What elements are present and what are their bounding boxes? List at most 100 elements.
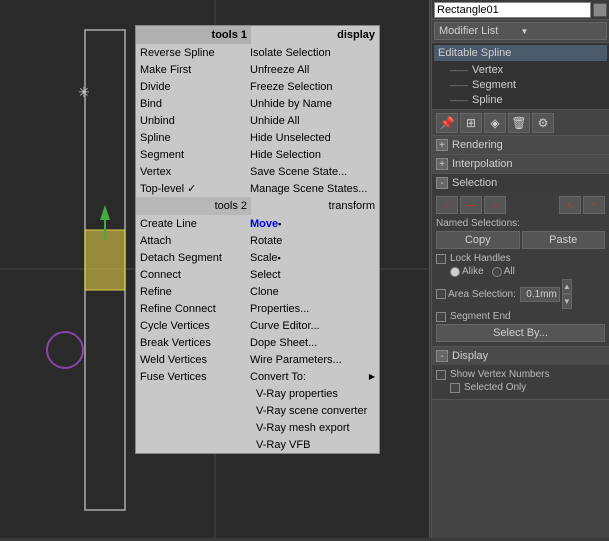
color-swatch[interactable] (593, 3, 607, 17)
scale[interactable]: Scale ▪ (246, 249, 379, 266)
reverse-spline[interactable]: Reverse Spline (136, 44, 246, 61)
divide[interactable]: Divide (136, 78, 246, 95)
vray-mesh-export[interactable]: V-Ray mesh export (136, 419, 379, 436)
unbind[interactable]: Unbind (136, 112, 246, 129)
all-radio[interactable] (492, 267, 502, 277)
area-spinner-up[interactable]: ▲ (562, 279, 572, 294)
menu-row-3: Bind Unhide by Name (136, 95, 379, 112)
move[interactable]: Move ▪ (246, 215, 379, 232)
hide-selection[interactable]: Hide Selection (246, 146, 379, 163)
break-vertices[interactable]: Break Vertices (136, 334, 246, 351)
selection-rollout-content: ·:· — ○ ∿ ^ Named Selections: Copy Paste… (432, 192, 609, 346)
display-expand-icon: - (436, 350, 448, 362)
properties[interactable]: Properties... (246, 300, 379, 317)
menu-row-5: Spline Hide Unselected (136, 129, 379, 146)
isolate-selection[interactable]: Isolate Selection (246, 44, 379, 61)
menu-fuse-vertices: Fuse Vertices Convert To: (136, 368, 379, 385)
segment-end-checkbox[interactable] (436, 312, 446, 322)
top-level[interactable]: Top-level ✓ (136, 180, 246, 197)
save-scene-state[interactable]: Save Scene State... (246, 163, 379, 180)
unhide-all[interactable]: Unhide All (246, 112, 379, 129)
named-selections-label: Named Selections: (436, 218, 605, 229)
vray-vfb[interactable]: V-Ray VFB (136, 436, 379, 453)
name-field-row (432, 0, 609, 20)
rendering-rollout-header[interactable]: + Rendering (432, 136, 609, 154)
vertex-select-btn[interactable]: ·:· (436, 196, 458, 214)
curve-icon-1[interactable]: ∿ (559, 196, 581, 214)
menu-row-8: Top-level ✓ Manage Scene States... (136, 180, 379, 197)
make-unique-btn[interactable]: ◈ (484, 113, 506, 133)
selected-only-row: Selected Only (436, 382, 605, 393)
transform-label: transform (251, 197, 379, 215)
create-line[interactable]: Create Line (136, 215, 246, 232)
tree-item-vertex[interactable]: Vertex (434, 62, 607, 77)
lock-handles-checkbox[interactable] (436, 254, 446, 264)
select-by-btn[interactable]: Select By... (436, 324, 605, 342)
segment-select-btn[interactable]: — (460, 196, 482, 214)
display-label: display (251, 26, 379, 44)
object-name-input[interactable] (434, 2, 591, 18)
vertex[interactable]: Vertex (136, 163, 246, 180)
interpolation-rollout-header[interactable]: + Interpolation (432, 155, 609, 173)
all-option[interactable]: All (492, 266, 515, 277)
dope-sheet[interactable]: Dope Sheet... (246, 334, 379, 351)
configure-modifier-btn[interactable]: ⚙ (532, 113, 554, 133)
show-vertex-numbers-checkbox[interactable] (436, 370, 446, 380)
menu-refine-connect: Refine Connect Properties... (136, 300, 379, 317)
show-end-result-btn[interactable]: ⊞ (460, 113, 482, 133)
segment[interactable]: Segment (136, 146, 246, 163)
fuse-vertices[interactable]: Fuse Vertices (136, 368, 246, 385)
refine[interactable]: Refine (136, 283, 246, 300)
unhide-by-name[interactable]: Unhide by Name (246, 95, 379, 112)
rotate[interactable]: Rotate (246, 232, 379, 249)
segment-end-row: Segment End (436, 311, 605, 322)
lock-handles-row: Lock Handles (436, 253, 605, 264)
spline-select-btn[interactable]: ○ (484, 196, 506, 214)
unfreeze-all[interactable]: Unfreeze All (246, 61, 379, 78)
menu-items-grid: Reverse Spline Isolate Selection Make Fi… (136, 44, 379, 197)
attach[interactable]: Attach (136, 232, 246, 249)
weld-vertices[interactable]: Weld Vertices (136, 351, 246, 368)
paste-btn[interactable]: Paste (522, 231, 606, 249)
menu-row-4: Unbind Unhide All (136, 112, 379, 129)
vray-properties[interactable]: V-Ray properties (136, 385, 379, 402)
alike-option[interactable]: Alike (450, 266, 484, 277)
alike-radio[interactable] (450, 267, 460, 277)
curve-editor[interactable]: Curve Editor... (246, 317, 379, 334)
manage-scene-states[interactable]: Manage Scene States... (246, 180, 379, 197)
convert-to[interactable]: Convert To: (246, 368, 379, 385)
tree-item-spline[interactable]: Spline (434, 92, 607, 107)
wire-parameters[interactable]: Wire Parameters... (246, 351, 379, 368)
area-spinner-down[interactable]: ▼ (562, 294, 572, 309)
area-selection-row: Area Selection: ▲ ▼ (436, 279, 605, 309)
modifier-area: Modifier List ▼ (432, 20, 609, 43)
detach-segment[interactable]: Detach Segment (136, 249, 246, 266)
freeze-selection[interactable]: Freeze Selection (246, 78, 379, 95)
modifier-list-dropdown[interactable]: Modifier List ▼ (434, 22, 607, 40)
hide-unselected[interactable]: Hide Unselected (246, 129, 379, 146)
make-first[interactable]: Make First (136, 61, 246, 78)
menu-break-vertices: Break Vertices Dope Sheet... (136, 334, 379, 351)
select[interactable]: Select (246, 266, 379, 283)
menu-row-1: Make First Unfreeze All (136, 61, 379, 78)
clone[interactable]: Clone (246, 283, 379, 300)
spline[interactable]: Spline (136, 129, 246, 146)
copy-btn[interactable]: Copy (436, 231, 520, 249)
editable-spline-header[interactable]: Editable Spline (434, 45, 607, 61)
cycle-vertices[interactable]: Cycle Vertices (136, 317, 246, 334)
curve-icon-2[interactable]: ^ (583, 196, 605, 214)
connect[interactable]: Connect (136, 266, 246, 283)
remove-modifier-btn[interactable]: 🗑 (508, 113, 530, 133)
vray-scene-converter[interactable]: V-Ray scene converter (136, 402, 379, 419)
bind[interactable]: Bind (136, 95, 246, 112)
pin-stack-btn[interactable]: 📌 (436, 113, 458, 133)
selection-rollout-header[interactable]: - Selection (432, 174, 609, 192)
area-selection-input[interactable] (520, 287, 560, 302)
show-vertex-numbers-row: Show Vertex Numbers (436, 369, 605, 380)
area-selection-checkbox[interactable] (436, 289, 446, 299)
display-rollout-header[interactable]: - Display (432, 347, 609, 365)
tree-item-segment[interactable]: Segment (434, 77, 607, 92)
selected-only-checkbox[interactable] (450, 383, 460, 393)
refine-connect[interactable]: Refine Connect (136, 300, 246, 317)
menu-row-6: Segment Hide Selection (136, 146, 379, 163)
